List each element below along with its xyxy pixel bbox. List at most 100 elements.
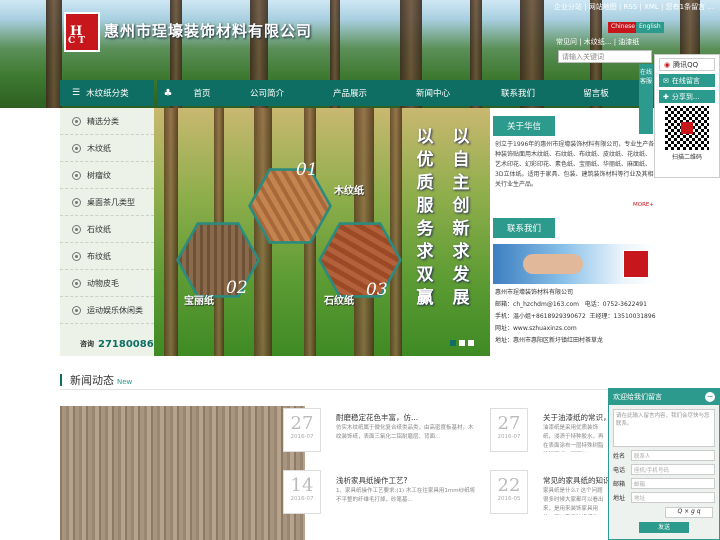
lang-chinese-button[interactable]: Chinese xyxy=(608,22,638,33)
message-widget-header: 欢迎给我们留言 − xyxy=(609,389,719,405)
about-more-link[interactable]: MORE+ xyxy=(493,202,658,208)
search-input[interactable]: 请输入关键词 xyxy=(558,50,652,63)
addr-value: 惠州市惠阳区新圩镇红田村茶草龙 xyxy=(513,337,604,344)
slide-dot[interactable] xyxy=(459,340,465,346)
news-date: 14 2016-07 xyxy=(283,470,321,514)
minimize-icon[interactable]: − xyxy=(705,392,715,402)
sidebar-item-stone[interactable]: 石纹纸 xyxy=(60,216,154,243)
mail-icon: ✉ xyxy=(663,76,669,85)
qq-icon: ◉ xyxy=(664,60,671,69)
contact-company: 惠州市珵壕装饰材料有限公司 xyxy=(495,289,574,296)
sidebar-item-sports[interactable]: 运动娱乐休闲类 xyxy=(60,297,154,324)
name-input[interactable]: 联系人 xyxy=(631,450,715,461)
online-service-tab[interactable]: 在线客服 xyxy=(639,64,653,134)
sidebar-item-woodgrain[interactable]: 木纹纸 xyxy=(60,135,154,162)
mobile2-value: 13510031896 xyxy=(613,313,656,320)
news-day: 27 xyxy=(290,413,314,434)
phone-input[interactable]: 座机/手机号码 xyxy=(631,464,715,475)
news-item-summary: 油漆纸是采用优质装饰纸，浸渍于特种胶水，再在表面涂布一层特殊树脂涂料而成，既可以… xyxy=(543,425,604,449)
category-sidebar: 精选分类 木纹纸 树瘤纹 桌面茶几类型 石纹纸 布纹纸 动物皮毛 运动娱乐休闲类… xyxy=(60,108,154,356)
about-contact-column: 关于华信 创立于1996年的惠州市珵壕装饰材料有限公司，专业生产各种装饰贴面用木… xyxy=(493,108,658,356)
web-label: 网址： xyxy=(495,325,514,332)
news-item-summary: 仿实木纹纸属于微化复合纸类品类，由高密度板基材，木纹装饰纸，表面三氧化二铝耐磨层… xyxy=(336,425,474,440)
top-links[interactable]: 企业分站 | 网站地图 | RSS | XML | 您有1条留言 ... xyxy=(554,2,714,12)
email-value[interactable]: ch_hzchdm@163.com xyxy=(513,301,579,308)
sidebar-item-table[interactable]: 桌面茶几类型 xyxy=(60,189,154,216)
news-ym: 2016-05 xyxy=(497,496,521,502)
qr-caption: 扫描二维码 xyxy=(671,154,702,161)
news-item-title[interactable]: 浅析家具纸操作工艺? xyxy=(336,475,407,486)
section-bar xyxy=(60,374,62,386)
hex-label: 木纹纸 xyxy=(334,186,364,197)
sidebar-item-label: 布纹纸 xyxy=(87,251,111,261)
nav-about[interactable]: 公司简介 xyxy=(225,87,309,99)
phone-label: 电话 xyxy=(613,467,626,474)
online-message-button[interactable]: ✉ 在线留言 xyxy=(659,74,715,87)
sidebar-item-fabric[interactable]: 布纹纸 xyxy=(60,243,154,270)
tree-trunk xyxy=(164,108,178,356)
sidebar-item-featured[interactable]: 精选分类 xyxy=(60,108,154,135)
sidebar-item-label: 动物皮毛 xyxy=(87,278,119,288)
lang-english-button[interactable]: English xyxy=(636,22,664,33)
contact-tab[interactable]: 联系我们 xyxy=(493,218,556,238)
news-item-summary: 1、家具纸操作工艺要求:(1) 木工在往家具用1mm纱纸将不平整的纤维毛打掉，砂… xyxy=(336,488,476,503)
news-header: 新闻动态 New xyxy=(60,372,132,388)
nav-guestbook[interactable]: 留言板 xyxy=(561,87,631,99)
sidebar-item-fur[interactable]: 动物皮毛 xyxy=(60,270,154,297)
addr-label: 地址： xyxy=(495,337,514,344)
slide-dot[interactable] xyxy=(450,340,456,346)
email-input[interactable]: 邮箱 xyxy=(631,478,715,489)
web-value[interactable]: www.szhuaxinzs.com xyxy=(513,325,577,332)
quick-links[interactable]: 常见问 | 木纹纸... | 油漆纸 xyxy=(556,37,639,47)
online-message-label: 在线留言 xyxy=(671,76,700,85)
share-button[interactable]: ✚ 分享到... xyxy=(659,90,715,103)
slogan-right: 以自主创新求发展 xyxy=(452,127,470,308)
nav-products[interactable]: 产品展示 xyxy=(309,87,391,99)
circle-icon xyxy=(72,224,81,234)
slide-dot[interactable] xyxy=(468,340,474,346)
contact-web: 网址：www.szhuaxinzs.com xyxy=(495,323,656,335)
sidebar-item-burl[interactable]: 树瘤纹 xyxy=(60,162,154,189)
circle-icon xyxy=(72,170,81,180)
qr-code xyxy=(665,106,709,150)
news-subtitle: New xyxy=(117,378,133,386)
circle-icon xyxy=(72,278,81,288)
news-day: 14 xyxy=(290,475,314,496)
category-menu-label: 木纹纸分类 xyxy=(86,89,129,99)
sidebar-item-label: 运动娱乐休闲类 xyxy=(87,305,143,315)
hex-number: 02 xyxy=(226,278,248,298)
hex-number: 03 xyxy=(366,280,388,300)
news-item-title[interactable]: 耐磨稳定花色丰富，仿... xyxy=(336,412,418,423)
qq-button[interactable]: ◉ 腾讯QQ xyxy=(659,58,715,71)
phone-label: 电话： xyxy=(584,301,603,308)
news-item-summary: 家具纸是什么? 这个问题很多时候大家都可以看出来，是用来装饰家具用的。可以产于装… xyxy=(543,488,604,512)
nav-news[interactable]: 新闻中心 xyxy=(391,87,475,99)
category-menu-header[interactable]: ☰ 木纹纸分类 xyxy=(60,80,154,106)
sidebar-item-label: 精选分类 xyxy=(87,116,119,126)
nav-home[interactable]: 首页 xyxy=(179,87,225,99)
news-feature-image[interactable] xyxy=(60,406,305,540)
circle-icon xyxy=(72,197,81,207)
hero-banner[interactable]: 01 木纹纸 02 宝丽纸 03 石纹纸 以优质服务求双赢 以自主创新求发展 xyxy=(154,108,490,356)
message-textarea[interactable]: 请在此输入留言内容，我们会尽快与您联系。 xyxy=(613,409,715,447)
about-tab[interactable]: 关于华信 xyxy=(493,116,556,136)
menu-icon: ☰ xyxy=(72,88,81,98)
news-ym: 2016-07 xyxy=(290,496,314,502)
sidebar-item-label: 树瘤纹 xyxy=(87,170,111,180)
wood-roll-icon xyxy=(72,116,81,126)
captcha-image[interactable]: Q × g q xyxy=(665,507,713,518)
company-logo[interactable]: H C T xyxy=(64,12,100,52)
float-service-panel: ◉ 腾讯QQ ✉ 在线留言 ✚ 分享到... 扫描二维码 xyxy=(654,54,720,178)
nav-contact[interactable]: 联系我们 xyxy=(475,87,561,99)
name-row: 姓名 联系人 xyxy=(613,450,715,461)
news-date: 27 2016-07 xyxy=(490,408,528,452)
circle-icon xyxy=(72,251,81,261)
main-nav: ♣ 首页 公司简介 产品展示 新闻中心 联系我们 留言板 xyxy=(157,80,640,106)
handshake-image xyxy=(493,244,653,284)
qq-label: 腾讯QQ xyxy=(673,60,699,69)
mobile-value: 温小姐+8618929390672 xyxy=(513,313,586,320)
hotline-label: 咨询 xyxy=(80,340,94,348)
hotline-number: 27180086 xyxy=(98,338,154,350)
send-button[interactable]: 发送 xyxy=(639,522,689,533)
address-input[interactable]: 地址 xyxy=(631,492,715,503)
